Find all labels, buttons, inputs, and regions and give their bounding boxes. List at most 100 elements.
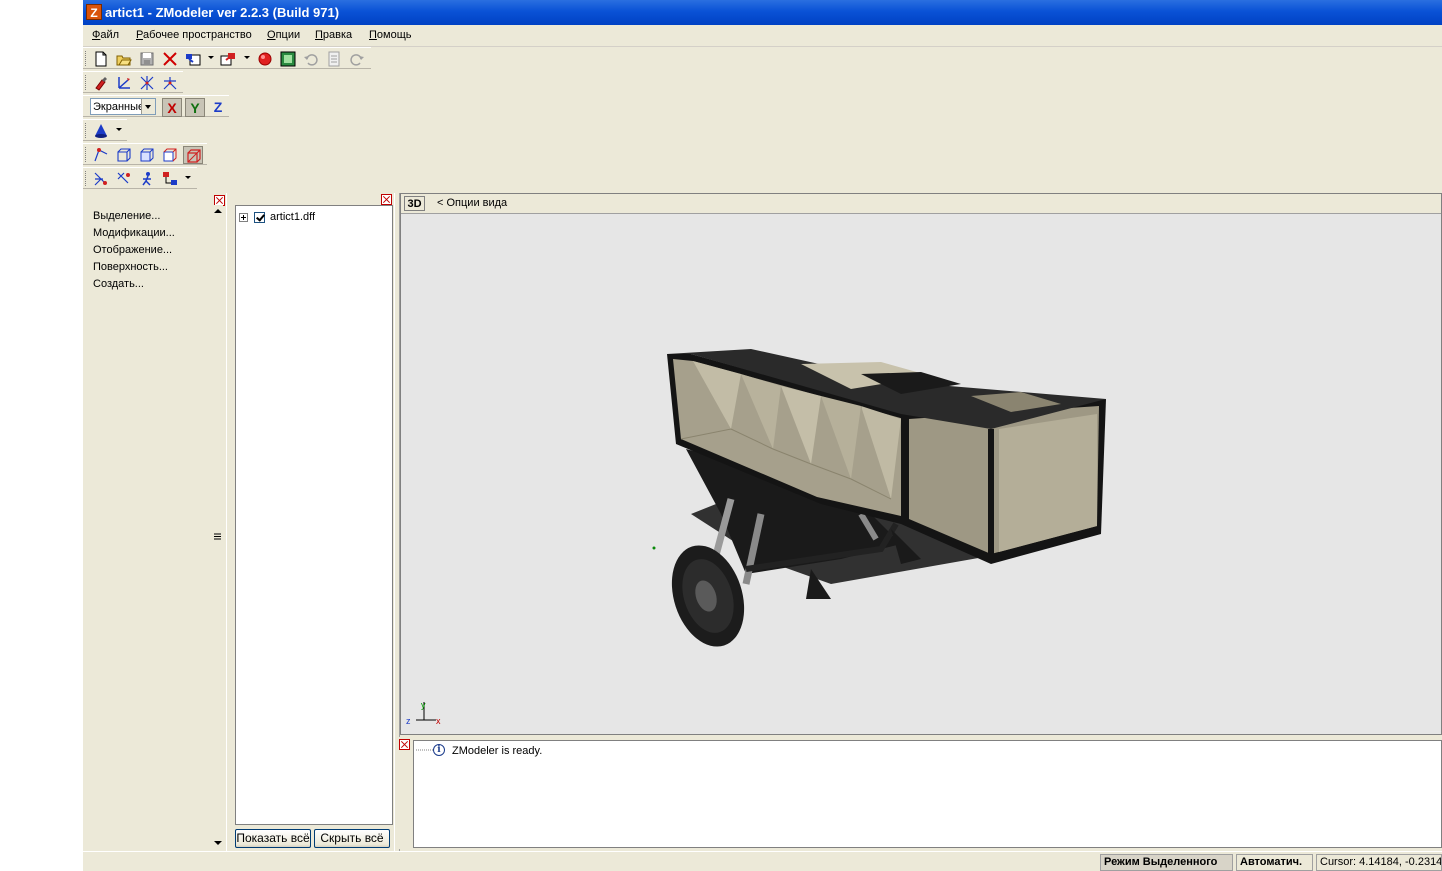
command-panel: Выделение... Модификации... Отображение.…	[83, 193, 226, 851]
render-icon	[280, 51, 296, 67]
menu-options[interactable]: Опции	[267, 29, 300, 41]
gizmo-y-label: y	[421, 700, 426, 710]
unlink-icon	[117, 172, 130, 184]
object-mode-button[interactable]	[160, 146, 180, 164]
export-dropdown-arrow[interactable]	[244, 56, 250, 59]
save-button[interactable]	[137, 50, 157, 68]
close-icon[interactable]	[381, 194, 392, 205]
link-button[interactable]	[91, 170, 111, 188]
menu-edit[interactable]: Правка	[315, 29, 352, 41]
toolbar-grip[interactable]	[85, 123, 89, 138]
view-options-button[interactable]: < Опции вида	[437, 197, 507, 209]
face-cube-icon	[140, 148, 154, 162]
toolbar-create	[83, 119, 127, 141]
toolbar-file	[83, 47, 371, 69]
cmd-modifications[interactable]: Модификации...	[93, 227, 175, 239]
expand-icon[interactable]	[239, 213, 248, 222]
undo-icon	[304, 54, 318, 66]
status-auto[interactable]: Автоматич.	[1236, 854, 1313, 871]
log-message: ZModeler is ready.	[452, 745, 543, 757]
cross-tool-button[interactable]	[137, 74, 157, 92]
document-icon	[328, 51, 340, 67]
record-button[interactable]	[255, 50, 275, 68]
toolbar-grip[interactable]	[85, 147, 89, 162]
app-icon[interactable]: Z	[86, 4, 102, 20]
cmd-surface[interactable]: Поверхность...	[93, 261, 168, 273]
cmd-create[interactable]: Создать...	[93, 278, 144, 290]
save-icon	[140, 52, 154, 66]
close-x-icon	[163, 52, 177, 66]
scroll-up-icon[interactable]	[214, 209, 222, 213]
face-mode-button[interactable]	[137, 146, 157, 164]
toolbar-grip[interactable]	[85, 75, 89, 90]
viewport-header: 3D < Опции вида	[401, 194, 1441, 214]
import-dropdown-arrow[interactable]	[208, 56, 214, 59]
status-bar: Режим Выделенного Автоматич. Cursor: 4.1…	[83, 851, 1442, 871]
window-title: artict1 - ZModeler ver 2.2.3 (Build 971)	[105, 5, 340, 20]
cmd-selection[interactable]: Выделение...	[93, 210, 160, 222]
close-file-button[interactable]	[160, 50, 180, 68]
group-mode-button[interactable]	[183, 146, 203, 164]
trailer-model-render[interactable]	[401, 214, 1441, 734]
axis-x-button[interactable]: X	[162, 98, 182, 117]
undo-button[interactable]	[301, 50, 321, 68]
menu-workspace[interactable]: Рабочее пространство	[136, 29, 252, 41]
visibility-checkbox[interactable]	[254, 212, 265, 223]
document-button[interactable]	[324, 50, 344, 68]
brush-tool-button[interactable]	[91, 74, 111, 92]
close-icon[interactable]	[399, 739, 410, 750]
tree-item-artict1[interactable]: artict1.dff	[270, 211, 315, 223]
figure-icon	[142, 172, 151, 186]
import-button[interactable]	[183, 50, 203, 68]
view-mode-button[interactable]: 3D	[404, 196, 425, 211]
status-main	[83, 854, 1100, 871]
cone-dropdown-arrow[interactable]	[116, 128, 122, 131]
toolbar-tools	[83, 71, 183, 93]
toolbar-grip[interactable]	[85, 51, 89, 66]
axis-z-button[interactable]: Z	[208, 98, 228, 117]
menu-help[interactable]: Помощь	[369, 29, 412, 41]
gizmo-x-label: x	[436, 716, 441, 726]
render-button[interactable]	[278, 50, 298, 68]
scroll-down-icon[interactable]	[214, 841, 222, 845]
scene-tree-panel: artict1.dff Показать всё Скрыть всё	[230, 193, 397, 851]
cone-primitive-button[interactable]	[91, 122, 111, 140]
axis-y-button[interactable]: Y	[185, 98, 205, 117]
axis-tool-button[interactable]	[114, 74, 134, 92]
scene-tree[interactable]: artict1.dff	[235, 205, 393, 825]
coordinate-system-select[interactable]: Экранные	[90, 98, 156, 115]
menu-bar: Файл Рабочее пространство Опции Правка П…	[83, 25, 1442, 47]
status-selection-mode[interactable]: Режим Выделенного	[1100, 854, 1233, 871]
title-bar[interactable]: Z artict1 - ZModeler ver 2.2.3 (Build 97…	[83, 0, 1442, 25]
redo-icon	[350, 54, 364, 66]
vertex-mode-button[interactable]	[91, 146, 111, 164]
toolbar-hierarchy	[83, 167, 197, 189]
status-cursor: Cursor: 4.14184, -0.23140	[1316, 854, 1442, 871]
show-all-button[interactable]: Показать всё	[235, 829, 311, 848]
coordinate-system-value: Экранные	[93, 101, 143, 113]
chevron-down-icon[interactable]	[141, 99, 155, 114]
tripod-tool-button[interactable]	[160, 74, 180, 92]
hierarchy-dropdown-arrow[interactable]	[185, 176, 191, 179]
cmd-display[interactable]: Отображение...	[93, 244, 172, 256]
edge-mode-button[interactable]	[114, 146, 134, 164]
brush-icon	[95, 77, 107, 91]
unlink-button[interactable]	[114, 170, 134, 188]
new-file-button[interactable]	[91, 50, 111, 68]
gizmo-z-label: z	[406, 716, 411, 726]
command-panel-scrollbar[interactable]	[212, 205, 223, 849]
log-output[interactable]: i ZModeler is ready.	[413, 740, 1442, 848]
vertex-icon	[94, 148, 108, 162]
toolbar-grip[interactable]	[85, 171, 89, 186]
redo-button[interactable]	[347, 50, 367, 68]
export-button[interactable]	[218, 50, 238, 68]
open-button[interactable]	[114, 50, 134, 68]
zmodeler-window: Z artict1 - ZModeler ver 2.2.3 (Build 97…	[83, 0, 1442, 871]
hierarchy-button[interactable]	[160, 170, 180, 188]
cross-axis-icon	[140, 76, 154, 90]
pose-button[interactable]	[137, 170, 157, 188]
menu-file[interactable]: Файл	[92, 29, 119, 41]
hide-all-button[interactable]: Скрыть всё	[314, 829, 390, 848]
viewport-3d[interactable]: 3D < Опции вида y z x	[400, 193, 1442, 735]
scroll-grip-icon[interactable]	[214, 533, 222, 541]
